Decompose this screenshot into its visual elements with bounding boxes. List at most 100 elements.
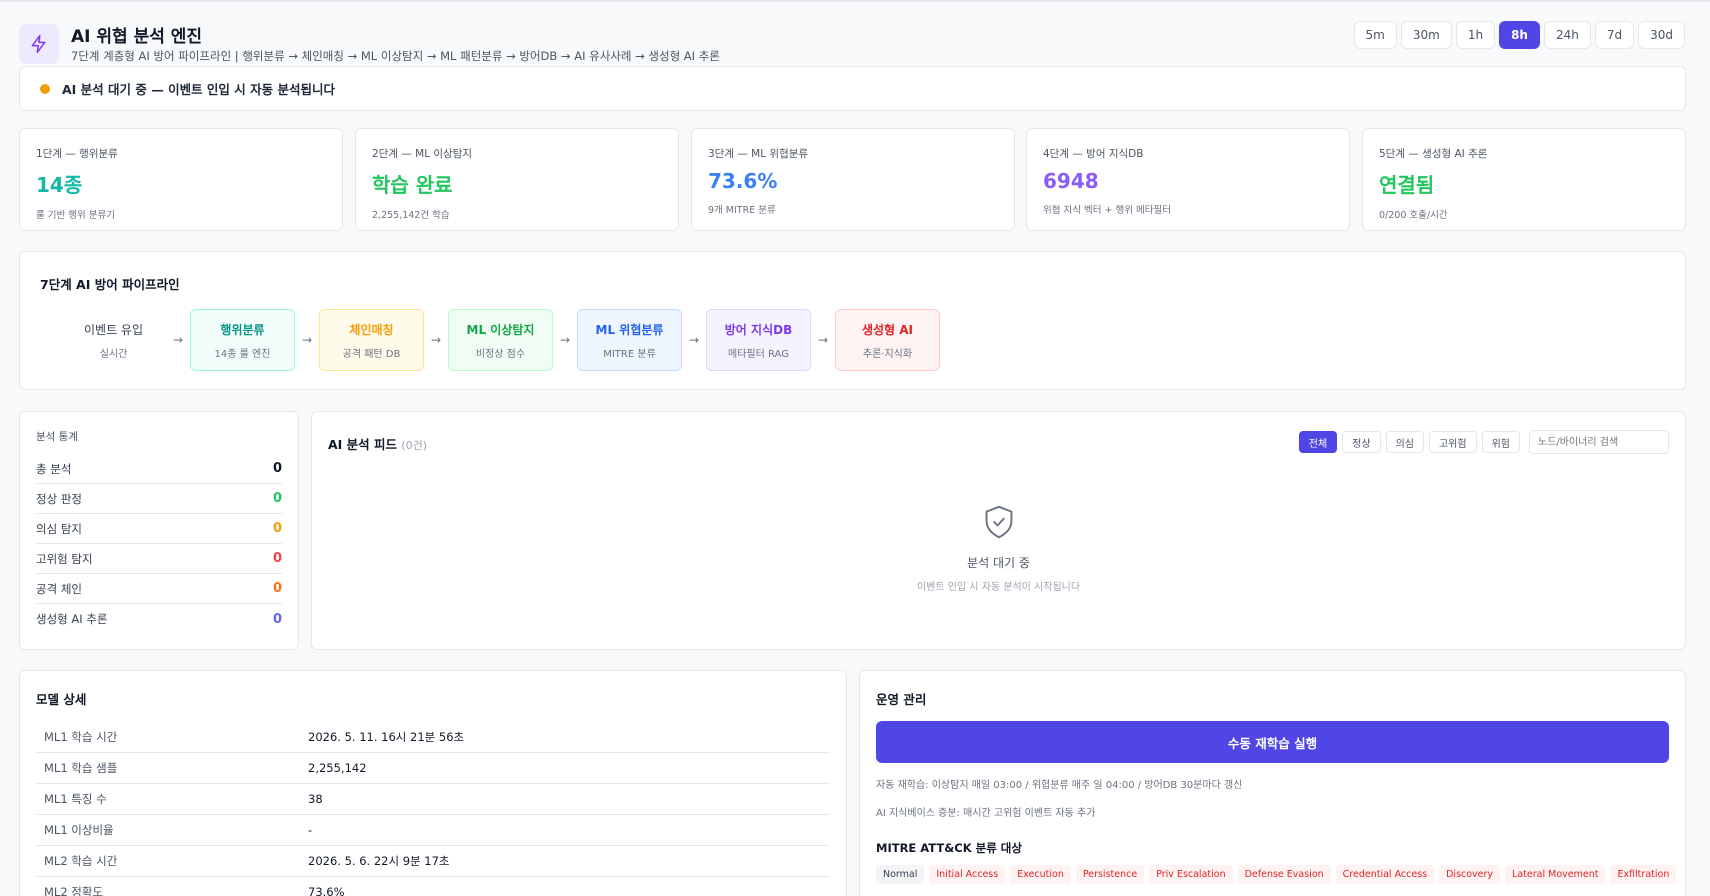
- mitre-tag: Lateral Movement: [1505, 865, 1606, 884]
- stat-value: 73.6%: [708, 169, 778, 193]
- filter-button[interactable]: 전체: [1298, 431, 1338, 453]
- stat-row-value: 0: [272, 491, 282, 506]
- pipeline-stage: 생성형 AI 추론·지식화: [835, 309, 940, 371]
- pipeline-source: 이벤트 유입 실시간: [61, 309, 166, 371]
- mitre-tag: Discovery: [1439, 865, 1501, 884]
- stat-row-label: 정상 판정: [36, 491, 82, 506]
- range-button-5m[interactable]: 5m: [1353, 21, 1397, 49]
- feed-empty-state: 분석 대기 중 이벤트 인입 시 자동 분석이 시작됩니다: [312, 504, 1685, 593]
- stat-row: 의심 탐지 0: [36, 514, 282, 544]
- feed-count: (0건): [401, 439, 428, 452]
- analysis-stats-panel: 분석 통계 총 분석 0 정상 판정 0 의심 탐지 0 고위험 탐지 0 공격 체인 0 생성형 …: [19, 411, 299, 650]
- top-border: [0, 0, 1710, 2]
- stat-value: 6948: [1043, 169, 1099, 193]
- model-key: ML1 이상비율: [44, 823, 114, 837]
- stat-row-value: 0: [272, 521, 282, 536]
- empty-subtitle: 이벤트 인입 시 자동 분석이 시작됩니다: [916, 582, 1081, 593]
- stage-sub: MITRE 분류: [603, 348, 656, 360]
- stage-name: 행위분류: [220, 322, 265, 337]
- stat-card-behavior: 1단계 — 행위분류 14종 룰 기반 행위 분류기: [19, 128, 343, 231]
- stage-name: 체인매칭: [349, 322, 394, 337]
- operations-panel: 운영 관리 수동 재학습 실행 자동 재학습: 이상탐지 매일 03:00 / …: [859, 670, 1686, 896]
- stat-card-defense-db: 4단계 — 방어 지식DB 6948 위협 지식 벡터 + 행위 메타필터: [1026, 128, 1350, 231]
- range-button-30d[interactable]: 30d: [1638, 21, 1685, 49]
- range-button-7d[interactable]: 7d: [1594, 21, 1635, 49]
- mitre-tag: Credential Access: [1335, 865, 1435, 884]
- mitre-tag: Defense Evasion: [1237, 865, 1331, 884]
- stat-row-label: 생성형 AI 추론: [36, 612, 108, 626]
- arrow-right-icon: →: [559, 333, 571, 347]
- stage-sub: 추론·지식화: [862, 348, 913, 360]
- mitre-tag: Priv Escalation: [1149, 865, 1233, 884]
- stage-name: 생성형 AI: [861, 322, 914, 337]
- model-key: ML2 학습 시간: [44, 854, 118, 868]
- shield-check-icon: [982, 504, 1016, 544]
- mitre-tags: Normal Initial Access Execution Persistence…: [876, 865, 1677, 884]
- model-title: 모델 상세: [36, 692, 87, 707]
- arrow-right-icon: →: [688, 333, 700, 347]
- pipeline-row: 이벤트 유입 실시간 → 행위분류 14종 룰 엔진 → 체인매칭공격 패턴 DB → ML…: [61, 309, 940, 371]
- range-button-8h[interactable]: 8h: [1499, 21, 1540, 49]
- pipeline-stage: 방어 지식DB 메타필터 RAG: [706, 309, 811, 371]
- arrow-right-icon: →: [817, 333, 829, 347]
- table-row: ML1 학습 시간 2026. 5. 11. 16시 21분 56초: [36, 722, 830, 753]
- analysis-feed-panel: AI 분석 피드 (0건) 전체정상의심고위험위험 분석 대기 중 이벤트 인입…: [311, 411, 1686, 650]
- filter-button[interactable]: 의심: [1385, 431, 1424, 453]
- arrow-right-icon: →: [301, 333, 313, 347]
- analysis-stats-title: 분석 통계: [36, 431, 78, 443]
- stage-name: ML 이상탐지: [466, 322, 535, 337]
- stat-row-value: 0: [272, 461, 282, 476]
- mitre-title: MITRE ATT&CK 분류 대상: [876, 841, 1022, 855]
- mitre-tag: Persistence: [1075, 865, 1145, 884]
- table-row: ML1 특징 수 38: [36, 784, 830, 815]
- time-range-selector: 5m 30m 1h 8h 24h 7d 30d: [1353, 21, 1685, 49]
- model-key: ML1 학습 시간: [44, 730, 118, 744]
- stat-row: 고위험 탐지 0: [36, 544, 282, 574]
- kb-increment-note: AI 지식베이스 증분: 매시간 고위험 이벤트 자동 추가: [876, 808, 1096, 819]
- stat-row-value: 0: [272, 581, 282, 596]
- stat-label: 1단계 — 행위분류: [36, 148, 118, 160]
- stat-note: 위협 지식 벡터 + 행위 메타필터: [1043, 205, 1171, 216]
- manual-retrain-button[interactable]: 수동 재학습 실행: [876, 721, 1669, 763]
- range-button-24h[interactable]: 24h: [1543, 21, 1591, 49]
- stat-label: 4단계 — 방어 지식DB: [1043, 148, 1144, 160]
- feed-search-input[interactable]: [1529, 430, 1669, 454]
- stat-note: 룰 기반 행위 분류기: [36, 210, 115, 221]
- stage-sub: 공격 패턴 DB: [342, 348, 401, 360]
- pipeline-stage: 행위분류 14종 룰 엔진: [190, 309, 295, 371]
- model-key: ML2 정확도: [44, 885, 104, 896]
- stage-name: ML 위협분류: [595, 322, 664, 337]
- stat-row: 정상 판정 0: [36, 484, 282, 514]
- empty-title: 분석 대기 중: [967, 556, 1030, 570]
- filter-button[interactable]: 위험: [1481, 431, 1520, 453]
- mitre-tag: Execution: [1010, 865, 1071, 884]
- model-detail-panel: 모델 상세 ML1 학습 시간 2026. 5. 11. 16시 21분 56초 M…: [19, 670, 847, 896]
- stat-note: 2,255,142건 학습: [372, 210, 450, 221]
- range-button-30m[interactable]: 30m: [1400, 21, 1452, 49]
- range-button-1h[interactable]: 1h: [1455, 21, 1496, 49]
- ops-title: 운영 관리: [876, 692, 927, 707]
- stat-row-label: 공격 체인: [36, 581, 82, 596]
- status-text: AI 분석 대기 중 — 이벤트 인입 시 자동 분석됩니다: [62, 82, 335, 97]
- stage-sub: 메타필터 RAG: [728, 348, 789, 360]
- stat-value: 학습 완료: [372, 173, 453, 197]
- stat-row-label: 총 분석: [36, 461, 72, 476]
- model-table: ML1 학습 시간 2026. 5. 11. 16시 21분 56초 ML1 학습 …: [36, 722, 830, 896]
- lightning-icon: [19, 24, 59, 64]
- stat-row: 생성형 AI 추론 0: [36, 604, 282, 634]
- arrow-right-icon: →: [172, 333, 184, 347]
- stat-row-label: 고위험 탐지: [36, 551, 93, 566]
- filter-button[interactable]: 정상: [1342, 431, 1381, 453]
- stat-value: 14종: [36, 173, 83, 197]
- stat-card-ml-anomaly: 2단계 — ML 이상탐지 학습 완료 2,255,142건 학습: [355, 128, 679, 231]
- pipeline-panel: 7단계 AI 방어 파이프라인 이벤트 유입 실시간 → 행위분류 14종 룰 엔진…: [19, 251, 1686, 390]
- table-row: ML2 정확도 73.6%: [36, 877, 830, 896]
- page-title: AI 위협 분석 엔진: [71, 27, 203, 47]
- stage-name: 방어 지식DB: [724, 322, 793, 337]
- filter-button[interactable]: 고위험: [1428, 431, 1477, 453]
- mitre-tag: Initial Access: [929, 865, 1006, 884]
- stat-label: 5단계 — 생성형 AI 추론: [1379, 148, 1488, 160]
- model-value: -: [308, 823, 313, 837]
- stat-note: 0/200 호출/시간: [1379, 210, 1448, 221]
- stage-sub: 실시간: [99, 348, 128, 360]
